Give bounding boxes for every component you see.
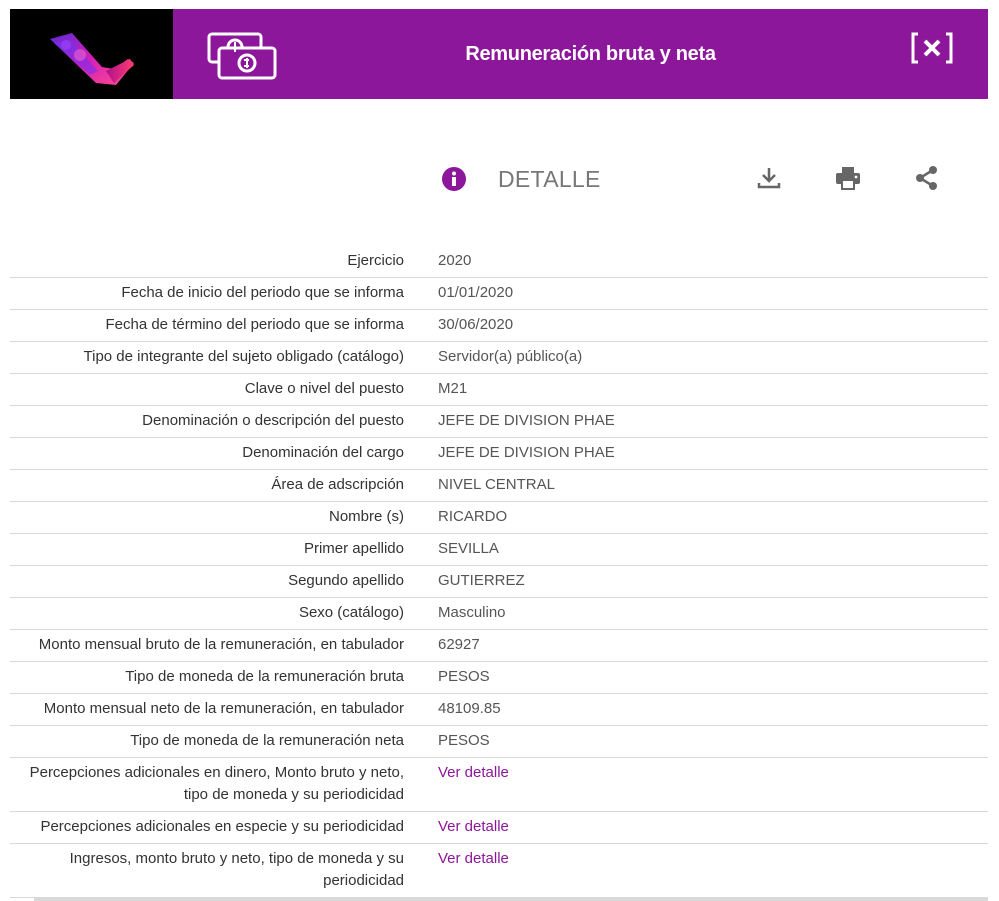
horizontal-scrollbar[interactable] [34,897,988,901]
print-button[interactable] [834,164,862,197]
table-row: Denominación del cargo JEFE DE DIVISION P… [10,437,988,470]
table-row: Percepciones adicionales en dinero, Mont… [10,757,988,812]
row-value: SEVILLA [438,533,988,566]
close-button[interactable] [910,31,954,65]
row-label: Segundo apellido [10,565,438,598]
row-label: Primer apellido [10,533,438,566]
row-value: JEFE DE DIVISION PHAE [438,437,988,470]
table-row: Tipo de moneda de la remuneración bruta P… [10,661,988,694]
ver-detalle-link[interactable]: Ver detalle [438,850,509,867]
info-icon [441,166,467,197]
row-label: Fecha de inicio del periodo que se infor… [10,277,438,310]
row-value: JEFE DE DIVISION PHAE [438,405,988,438]
download-icon[interactable] [755,164,783,192]
row-label: Ejercicio [10,246,438,278]
row-value: GUTIERREZ [438,565,988,598]
ver-detalle-link[interactable]: Ver detalle [438,764,509,781]
row-value: RICARDO [438,501,988,534]
table-row: Tipo de moneda de la remuneración neta PE… [10,725,988,758]
row-value: NIVEL CENTRAL [438,469,988,502]
table-row: Ejercicio 2020 [10,246,988,278]
row-label: Monto mensual bruto de la remuneración, … [10,629,438,662]
row-label: Ingresos, monto bruto y neto, tipo de mo… [10,843,438,898]
table-row: Ingresos, monto bruto y neto, tipo de mo… [10,843,988,898]
table-row: Denominación o descripción del puesto JEF… [10,405,988,438]
row-value: Ver detalle [438,843,988,898]
row-label: Monto mensual neto de la remuneración, e… [10,693,438,726]
row-label: Denominación o descripción del puesto [10,405,438,438]
table-row: Segundo apellido GUTIERREZ [10,565,988,598]
table-row: Fecha de término del periodo que se info… [10,309,988,342]
table-row: Monto mensual bruto de la remuneración, … [10,629,988,662]
row-label: Fecha de término del periodo que se info… [10,309,438,342]
download-button[interactable] [755,164,783,197]
row-value: 30/06/2020 [438,309,988,342]
detail-table: Ejercicio 2020 Fecha de inicio del periodo… [10,246,988,898]
table-row: Sexo (catálogo) Masculino [10,597,988,630]
row-label: Percepciones adicionales en especie y su… [10,811,438,844]
row-label: Percepciones adicionales en dinero, Mont… [10,757,438,812]
row-value: 62927 [438,629,988,662]
table-row: Área de adscripción NIVEL CENTRAL [10,469,988,502]
row-value: PESOS [438,661,988,694]
detail-heading: DETALLE [498,166,601,192]
table-row: Monto mensual neto de la remuneración, e… [10,693,988,726]
row-label: Clave o nivel del puesto [10,373,438,406]
row-label: Sexo (catálogo) [10,597,438,630]
row-label: Denominación del cargo [10,437,438,470]
header-bar: Remuneración bruta y neta [10,9,988,99]
table-row: Tipo de integrante del sujeto obligado (… [10,341,988,374]
print-icon[interactable] [834,164,862,192]
row-label: Tipo de moneda de la remuneración neta [10,725,438,758]
row-value: PESOS [438,725,988,758]
row-value: Ver detalle [438,757,988,812]
close-icon[interactable] [910,31,954,65]
share-icon[interactable] [913,164,941,192]
row-label: Tipo de moneda de la remuneración bruta [10,661,438,694]
row-value: Ver detalle [438,811,988,844]
table-row: Primer apellido SEVILLA [10,533,988,566]
row-value: 01/01/2020 [438,277,988,310]
detail-toolbar: DETALLE [0,160,999,200]
page-title: Remuneración bruta y neta [465,42,716,65]
brand-logo-icon [10,9,173,99]
row-value: 2020 [438,246,988,278]
table-row: Nombre (s) RICARDO [10,501,988,534]
row-value: Masculino [438,597,988,630]
table-row: Clave o nivel del puesto M21 [10,373,988,406]
row-label: Área de adscripción [10,469,438,502]
row-label: Nombre (s) [10,501,438,534]
table-row: Fecha de inicio del periodo que se infor… [10,277,988,310]
row-value: M21 [438,373,988,406]
row-value: Servidor(a) público(a) [438,341,988,374]
row-label: Tipo de integrante del sujeto obligado (… [10,341,438,374]
share-button[interactable] [913,164,941,197]
table-row: Percepciones adicionales en especie y su… [10,811,988,844]
ver-detalle-link[interactable]: Ver detalle [438,818,509,835]
row-value: 48109.85 [438,693,988,726]
